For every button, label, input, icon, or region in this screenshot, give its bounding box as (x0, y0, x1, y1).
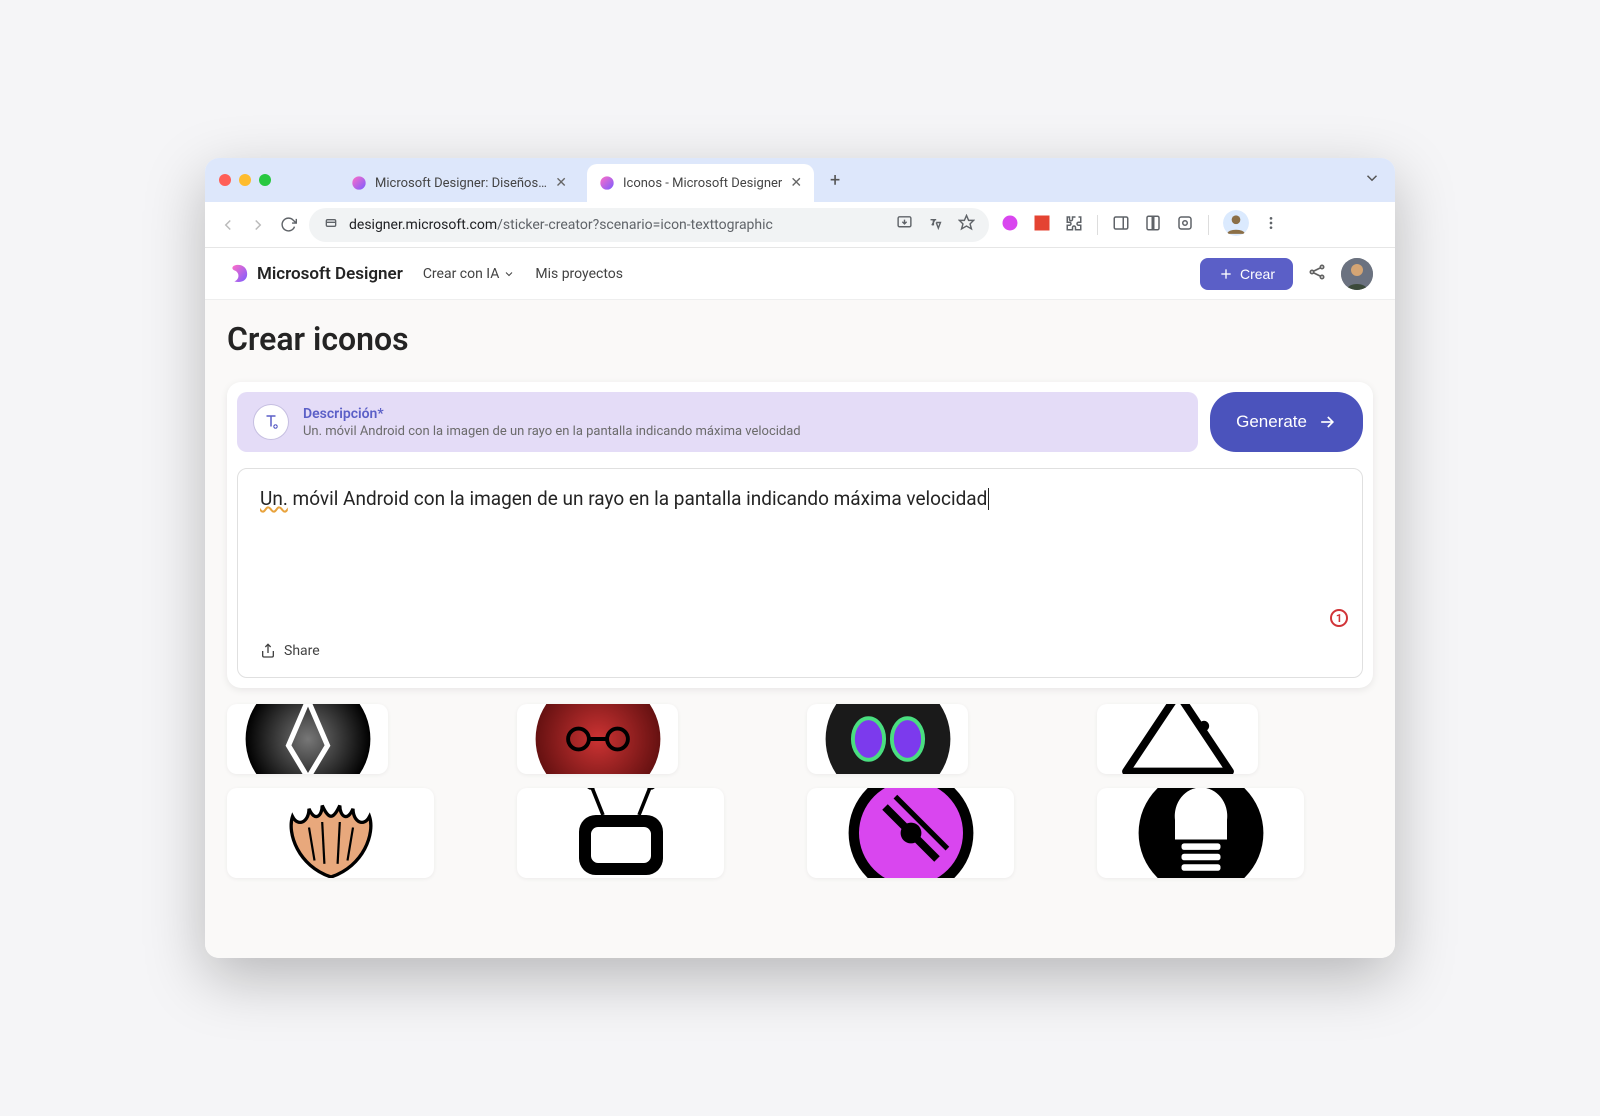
nav-label: Crear con IA (423, 266, 500, 282)
description-preview: Un. móvil Android con la imagen de un ra… (303, 424, 801, 439)
create-button[interactable]: Crear (1200, 258, 1293, 290)
share-button[interactable]: Share (260, 643, 1340, 659)
text-prompt-icon (253, 404, 289, 440)
designer-favicon-icon (351, 175, 367, 191)
profile-avatar[interactable] (1223, 210, 1249, 240)
designer-favicon-icon (599, 175, 615, 191)
nav-my-projects[interactable]: Mis proyectos (535, 266, 623, 282)
spellcheck-word: Un. (260, 487, 288, 510)
app-brand-text: Microsoft Designer (257, 264, 403, 284)
arrow-right-icon (1317, 412, 1337, 432)
url-text: designer.microsoft.com/sticker-creator?s… (349, 217, 773, 233)
chevron-down-icon (503, 268, 515, 280)
generated-icon (243, 704, 373, 774)
spellcheck-count-badge[interactable]: 1 (1330, 609, 1348, 627)
site-info-icon[interactable] (323, 215, 339, 235)
divider (1097, 215, 1098, 235)
nav-label: Mis proyectos (535, 266, 623, 282)
browser-tab-active[interactable]: Iconos - Microsoft Designer ✕ (587, 164, 814, 202)
back-button[interactable] (219, 216, 237, 234)
install-app-icon[interactable] (896, 214, 913, 235)
browser-tab-inactive[interactable]: Microsoft Designer: Diseños s ✕ (339, 164, 579, 202)
close-window-button[interactable] (219, 174, 231, 186)
generated-icon (846, 788, 976, 878)
extensions-puzzle-icon[interactable] (1065, 214, 1083, 236)
close-tab-icon[interactable]: ✕ (555, 175, 567, 191)
user-avatar[interactable] (1341, 258, 1373, 290)
icon-result[interactable] (227, 704, 388, 774)
close-tab-icon[interactable]: ✕ (790, 175, 802, 191)
create-button-label: Crear (1240, 266, 1275, 282)
tab-strip: Microsoft Designer: Diseños s ✕ Iconos -… (205, 158, 1395, 202)
minimize-window-button[interactable] (239, 174, 251, 186)
extension-icon[interactable] (1001, 214, 1019, 236)
prompt-textarea-container: Un. móvil Android con la imagen de un ra… (237, 468, 1363, 678)
icon-result[interactable] (517, 788, 724, 878)
share-label: Share (284, 643, 320, 659)
prompt-textarea[interactable]: Un. móvil Android con la imagen de un ra… (260, 487, 1340, 633)
description-summary[interactable]: Descripción* Un. móvil Android con la im… (237, 392, 1198, 452)
generated-icon (823, 704, 953, 774)
icon-result[interactable] (227, 788, 434, 878)
address-bar[interactable]: designer.microsoft.com/sticker-creator?s… (309, 208, 989, 242)
window-controls (219, 174, 271, 186)
tab-title: Microsoft Designer: Diseños s (375, 176, 547, 191)
nav-create-with-ai[interactable]: Crear con IA (423, 266, 516, 282)
plus-icon (1218, 266, 1234, 282)
lens-icon[interactable] (1176, 214, 1194, 236)
generate-button[interactable]: Generate (1210, 392, 1363, 452)
bookmark-star-icon[interactable] (958, 214, 975, 235)
app-logo[interactable]: Microsoft Designer (227, 263, 403, 285)
generated-icon (561, 788, 681, 878)
page-title: Crear iconos (227, 320, 1373, 358)
tabs-dropdown-icon[interactable] (1363, 172, 1381, 191)
generated-icon (276, 788, 386, 878)
browser-toolbar: designer.microsoft.com/sticker-creator?s… (205, 202, 1395, 248)
forward-button[interactable] (249, 216, 267, 234)
icon-result[interactable] (1097, 704, 1258, 774)
generated-icon (1136, 788, 1266, 878)
divider (1208, 215, 1209, 235)
icon-result[interactable] (1097, 788, 1304, 878)
maximize-window-button[interactable] (259, 174, 271, 186)
browser-menu-icon[interactable] (1263, 215, 1279, 235)
share-arrow-icon (260, 643, 276, 659)
reload-button[interactable] (279, 216, 297, 234)
generated-icon (1113, 704, 1243, 774)
designer-logo-icon (227, 263, 249, 285)
tab-title: Iconos - Microsoft Designer (623, 176, 782, 191)
icon-result[interactable] (807, 788, 1014, 878)
generated-icon (533, 704, 663, 774)
icon-result[interactable] (807, 704, 968, 774)
prompt-text-rest: móvil Android con la imagen de un rayo e… (288, 487, 988, 510)
translate-icon[interactable] (927, 214, 944, 235)
generate-button-label: Generate (1236, 412, 1307, 432)
app-header: Microsoft Designer Crear con IA Mis proy… (205, 248, 1395, 300)
icon-result[interactable] (517, 704, 678, 774)
reading-list-icon[interactable] (1144, 214, 1162, 236)
description-label: Descripción* (303, 406, 801, 422)
extension-icon[interactable] (1033, 214, 1051, 236)
icon-results-grid (227, 704, 1373, 878)
browser-window: Microsoft Designer: Diseños s ✕ Iconos -… (205, 158, 1395, 958)
new-tab-button[interactable]: + (822, 170, 848, 191)
side-panel-icon[interactable] (1112, 214, 1130, 236)
prompt-header: Descripción* Un. móvil Android con la im… (237, 392, 1363, 452)
share-network-icon[interactable] (1307, 262, 1327, 286)
main-content: Crear iconos Descripción* Un. móvil Andr… (205, 300, 1395, 958)
prompt-card: Descripción* Un. móvil Android con la im… (227, 382, 1373, 688)
